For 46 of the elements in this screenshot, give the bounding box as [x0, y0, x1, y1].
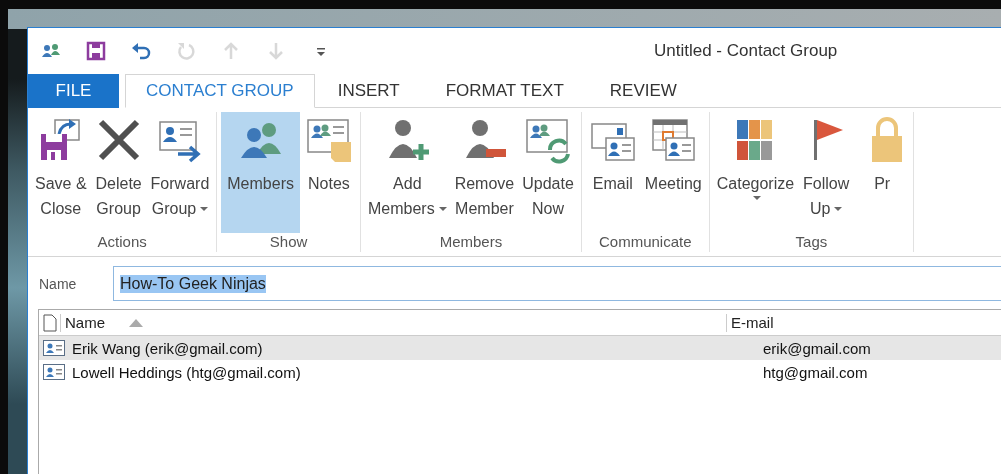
table-cell-text: Erik Wang (erik@gmail.com)	[72, 339, 264, 357]
contact-card-icon	[43, 364, 65, 380]
meeting-button[interactable]: Meeting	[641, 112, 705, 233]
table-cell-text: Lowell Heddings (htg@gmail.com)	[72, 363, 302, 381]
note-icon	[304, 116, 353, 164]
group-label: Actions	[97, 233, 147, 252]
forward-button[interactable]: Forward Group	[147, 112, 213, 233]
member-row[interactable]: Lowell Heddings (htg@gmail.com) htg@gmail.com	[39, 360, 1001, 384]
caret-icon	[834, 206, 843, 211]
refresh-icon	[524, 116, 573, 164]
name-field[interactable]: How-To Geek Ninjas	[113, 266, 1001, 301]
email-button[interactable]: Email	[585, 112, 640, 233]
group-label: Tags	[795, 233, 828, 252]
window-title: Untitled - Contact Group	[654, 41, 838, 61]
delete-button[interactable]: Delete Group	[91, 112, 146, 233]
group-label: Show	[269, 233, 308, 252]
ribbon-tab[interactable]: REVIEW	[586, 74, 700, 108]
contact-card-icon	[43, 340, 65, 356]
caret-icon	[200, 206, 209, 211]
table-cell: erik@gmail.com	[763, 339, 871, 357]
private-button[interactable]: Pr	[855, 112, 910, 233]
calendar-icon	[649, 116, 698, 164]
caret-icon	[753, 196, 762, 200]
undo-icon[interactable]	[130, 40, 152, 62]
follow-up-button[interactable]: Follow Up	[799, 112, 854, 233]
save-close-button[interactable]: Save & Close	[32, 112, 90, 233]
column-header[interactable]: Name	[60, 313, 109, 332]
field-label: Name	[39, 275, 78, 292]
column-header[interactable]: E-mail	[726, 313, 778, 332]
caret-icon	[438, 206, 447, 211]
ribbon-tab[interactable]: INSERT	[314, 74, 423, 108]
add-member-button[interactable]: Add Members	[364, 112, 450, 233]
members-button[interactable]: Members	[221, 112, 300, 233]
table-cell: htg@gmail.com	[763, 363, 868, 381]
file-tab[interactable]: FILE	[28, 74, 119, 108]
member-row[interactable]: Erik Wang (erik@gmail.com) erik@gmail.com	[39, 336, 1001, 360]
ribbon-tab[interactable]: CONTACT GROUP	[125, 74, 315, 108]
update-button[interactable]: Update Now	[519, 112, 577, 233]
save-icon[interactable]	[85, 40, 107, 62]
categorize-button[interactable]: Categorize	[713, 112, 798, 233]
notes-button[interactable]: Notes	[301, 112, 356, 233]
document-icon	[43, 313, 57, 332]
remove-member-button[interactable]: Remove Member	[451, 112, 518, 233]
group-label: Communicate	[599, 233, 692, 252]
group-label: Members	[439, 233, 503, 252]
ribbon-tab[interactable]: FORMAT TEXT	[422, 74, 587, 108]
